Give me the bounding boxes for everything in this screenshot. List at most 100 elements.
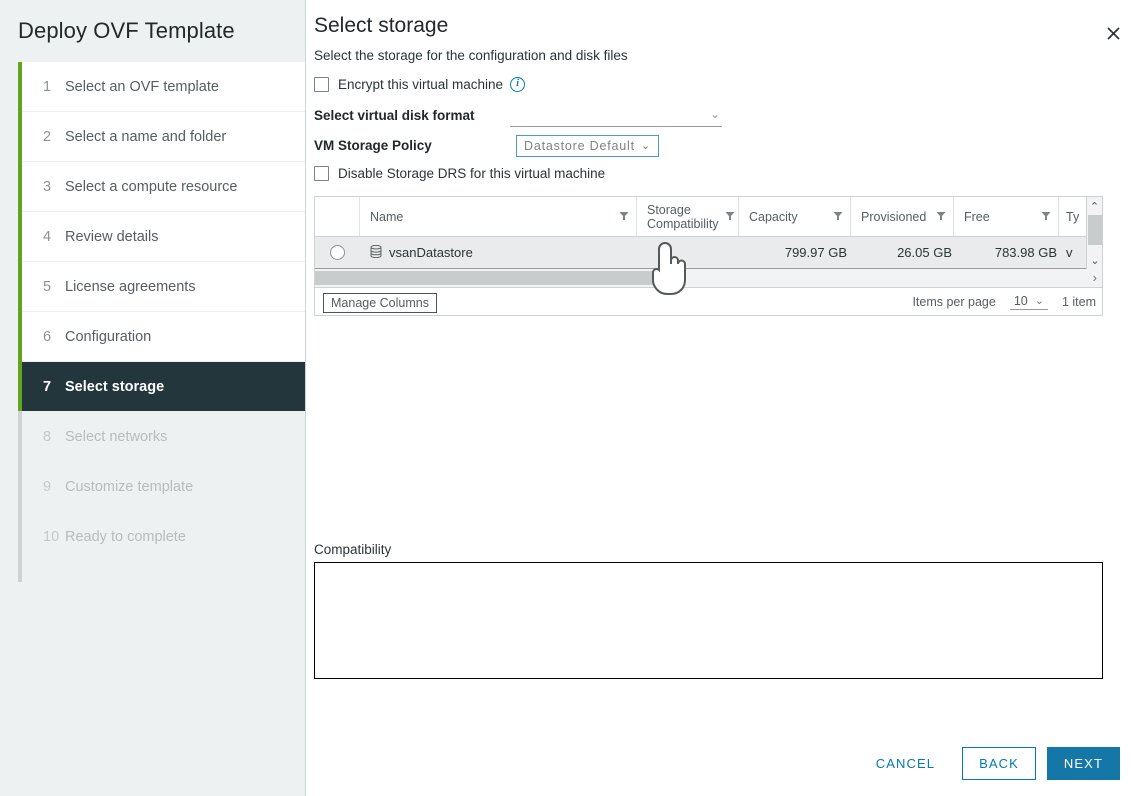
storage-policy-select[interactable]: Datastore Default ⌄ (516, 135, 659, 157)
storage-policy-row: VM Storage Policy Datastore Default ⌄ (314, 132, 1134, 159)
scroll-down-icon[interactable]: ⌄ (1087, 251, 1103, 269)
row-radio-button[interactable] (330, 245, 345, 260)
step-label: Customize template (65, 479, 193, 495)
deploy-ovf-template-wizard: Deploy OVF Template 1Select an OVF templ… (0, 0, 1134, 796)
step-number: 9 (43, 479, 65, 495)
type-value: v (1066, 245, 1073, 260)
filter-funnel-icon[interactable] (833, 210, 843, 224)
page-title: Select storage (314, 14, 1134, 38)
compatibility-label: Compatibility (314, 542, 1103, 557)
table-footer: Manage Columns Items per page 10 ⌄ 1 ite… (315, 287, 1102, 315)
step-number: 3 (43, 179, 65, 195)
disable-drs-row: Disable Storage DRS for this virtual mac… (314, 162, 1134, 184)
info-icon[interactable]: i (510, 77, 525, 92)
column-header-label: Free (964, 210, 1035, 224)
cell-type: v (1059, 237, 1085, 268)
column-header-radio[interactable] (315, 197, 360, 236)
manage-columns-button[interactable]: Manage Columns (323, 293, 437, 313)
wizard-step-2[interactable]: 2Select a name and folder (22, 112, 305, 161)
wizard-footer-buttons: CANCEL BACK NEXT (860, 747, 1120, 780)
step-number: 6 (43, 329, 65, 345)
wizard-step-4[interactable]: 4Review details (22, 212, 305, 261)
column-header-label: Capacity (749, 210, 827, 224)
column-header-free[interactable]: Free (954, 197, 1059, 236)
column-header-label: Ty (1066, 210, 1085, 224)
items-per-page-value: 10 (1014, 294, 1028, 308)
encrypt-vm-checkbox[interactable] (314, 77, 329, 92)
filter-funnel-icon[interactable] (936, 210, 946, 224)
chevron-down-icon: ⌄ (1035, 294, 1044, 307)
filter-funnel-icon[interactable] (619, 210, 629, 224)
cell-compat: -- (637, 237, 739, 268)
wizard-title: Deploy OVF Template (0, 0, 305, 44)
items-per-page-label: Items per page (912, 295, 995, 309)
cell-radio[interactable] (315, 237, 360, 268)
disable-drs-label: Disable Storage DRS for this virtual mac… (338, 166, 605, 181)
column-header-cap[interactable]: Capacity (739, 197, 851, 236)
instruction-text: Select the storage for the configuration… (314, 48, 1134, 63)
chevron-down-icon: ⌄ (710, 108, 720, 120)
wizard-step-3[interactable]: 3Select a compute resource (22, 162, 305, 211)
column-header-type[interactable]: Ty (1059, 197, 1085, 236)
step-number: 1 (43, 79, 65, 95)
wizard-step-10[interactable]: 10Ready to complete (22, 512, 305, 561)
back-button[interactable]: BACK (962, 747, 1036, 780)
step-number: 4 (43, 229, 65, 245)
items-per-page-select[interactable]: 10 ⌄ (1010, 294, 1048, 310)
storage-policy-label: VM Storage Policy (314, 138, 510, 153)
scroll-up-icon[interactable]: ⌃ (1087, 197, 1102, 215)
column-header-prov[interactable]: Provisioned (851, 197, 954, 236)
step-label: Select an OVF template (65, 79, 219, 95)
horizontal-scroll-thumb[interactable] (315, 271, 663, 285)
free-value: 783.98 GB (995, 245, 1057, 260)
filter-funnel-icon[interactable] (725, 210, 735, 224)
table-vertical-scrollbar[interactable]: ⌃ ⌄ (1086, 197, 1102, 269)
column-header-name[interactable]: Name (360, 197, 637, 236)
step-label: Select a compute resource (65, 179, 237, 195)
panel-header: Select storage (306, 0, 1134, 38)
column-header-compat[interactable]: Storage Compatibility (637, 197, 739, 236)
step-label: License agreements (65, 279, 196, 295)
step-label: Select storage (65, 379, 164, 395)
storage-policy-value: Datastore Default (524, 139, 635, 153)
provisioned-value: 26.05 GB (897, 245, 952, 260)
capacity-value: 799.97 GB (785, 245, 847, 260)
step-number: 2 (43, 129, 65, 145)
filter-funnel-icon[interactable] (1041, 210, 1051, 224)
vertical-scroll-thumb[interactable] (1088, 215, 1102, 245)
storage-compatibility-value: -- (663, 245, 672, 260)
table-horizontal-scrollbar[interactable]: › (315, 268, 1102, 287)
disable-drs-checkbox[interactable] (314, 166, 329, 181)
step-label: Ready to complete (65, 529, 186, 545)
compatibility-content (314, 562, 1103, 679)
pagination-controls: Items per page 10 ⌄ 1 item (912, 294, 1096, 310)
column-header-label: Name (370, 210, 613, 224)
next-button[interactable]: NEXT (1047, 747, 1120, 780)
storage-form: Select the storage for the configuration… (306, 38, 1134, 184)
wizard-step-7[interactable]: 7Select storage (22, 362, 305, 411)
wizard-step-6[interactable]: 6Configuration (22, 312, 305, 361)
wizard-step-8[interactable]: 8Select networks (22, 412, 305, 461)
cell-free: 783.98 GB (954, 237, 1059, 268)
table-header-row: Name Storage Compatibility Capacity Provisi… (315, 197, 1102, 237)
step-label: Review details (65, 229, 159, 245)
step-label: Select a name and folder (65, 129, 226, 145)
disk-format-row: Select virtual disk format ⌄ (314, 102, 1134, 129)
cell-prov: 26.05 GB (851, 237, 954, 268)
step-number: 10 (43, 529, 65, 545)
step-number: 5 (43, 279, 65, 295)
wizard-sidebar: Deploy OVF Template 1Select an OVF templ… (0, 0, 306, 796)
chevron-down-icon: ⌄ (641, 139, 651, 152)
wizard-step-5[interactable]: 5License agreements (22, 262, 305, 311)
table-row[interactable]: vsanDatastore -- 799.97 GB 26.05 GB 783.98 G… (315, 237, 1102, 268)
step-label: Configuration (65, 329, 151, 345)
scroll-right-icon[interactable]: › (1093, 270, 1097, 286)
datastore-icon (370, 245, 382, 261)
wizard-main-panel: Select storage Select the storage for th… (306, 0, 1134, 796)
compatibility-section: Compatibility (314, 542, 1103, 679)
disk-format-select[interactable]: ⌄ (510, 105, 722, 127)
wizard-step-1[interactable]: 1Select an OVF template (22, 62, 305, 111)
cell-name: vsanDatastore (360, 237, 637, 268)
cancel-button[interactable]: CANCEL (860, 747, 951, 780)
wizard-step-9[interactable]: 9Customize template (22, 462, 305, 511)
